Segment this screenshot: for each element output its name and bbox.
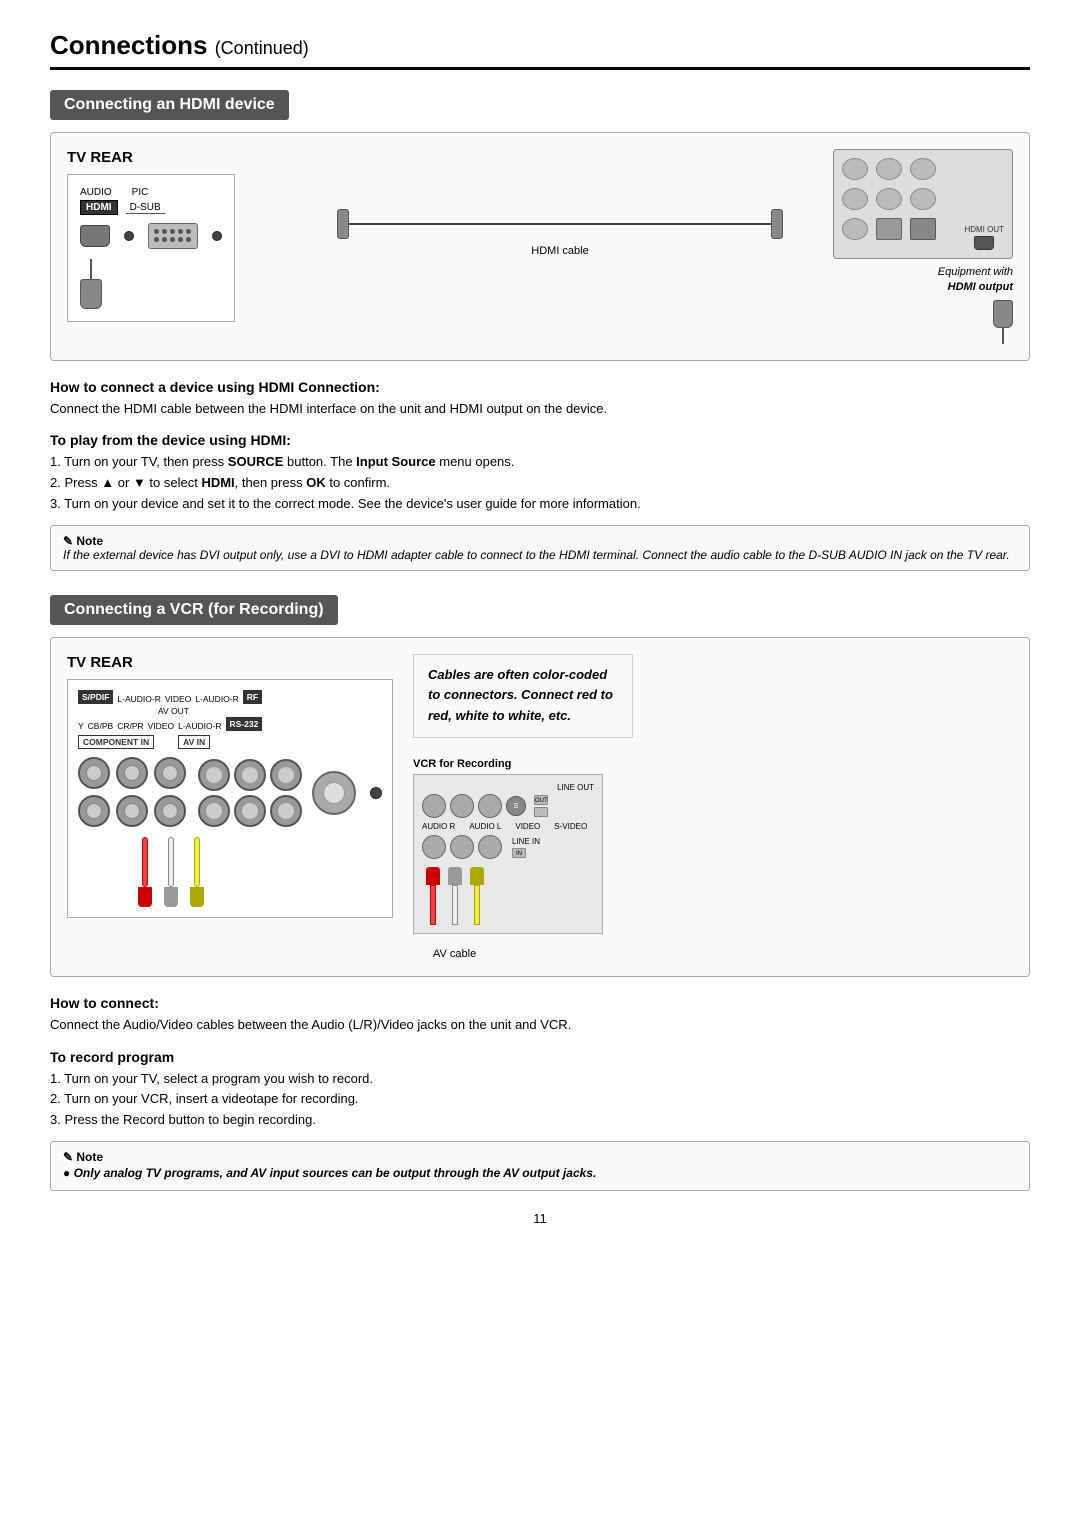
hdmi-step-2: 2. Press ▲ or ▼ to select HDMI, then pre… xyxy=(50,473,1030,494)
hdmi-section-header: Connecting an HDMI device xyxy=(50,90,289,120)
hdmi-label: HDMI xyxy=(80,200,118,215)
page-title: Connections (Continued) xyxy=(50,30,309,60)
page-number: 11 xyxy=(50,1211,1030,1226)
vcr-step-1: 1. Turn on your TV, select a program you… xyxy=(50,1069,1030,1090)
rs232-label: RS-232 xyxy=(226,717,263,731)
audio-r2-label: L-AUDIO-R xyxy=(195,694,238,704)
vcr-line-out-circles: S OUT xyxy=(422,794,594,818)
component-avin-labels: COMPONENT IN AV IN xyxy=(78,735,382,749)
vcr-label-row-bottom: Y CB/PB CR/PR VIDEO L-AUDIO-R RS-232 xyxy=(78,717,382,731)
av-cable-label: AV cable xyxy=(433,948,1013,960)
hdmi-note-text: If the external device has DVI output on… xyxy=(63,548,1010,562)
line-in-label: LINE IN IN xyxy=(512,837,540,858)
vcr-tv-rear-label: TV REAR xyxy=(67,654,393,671)
rs232-dot xyxy=(370,787,382,799)
tv-rear-label: TV REAR xyxy=(67,149,307,166)
rf-circle xyxy=(312,771,356,815)
title-text: Connections xyxy=(50,30,207,60)
equipment-hdmi-plug xyxy=(993,300,1013,344)
vcr-tv-rear-panel: TV REAR S/PDIF L-AUDIO-R VIDEO L-AUDIO-R… xyxy=(67,654,393,918)
vcr-recording-section: VCR for Recording LINE OUT S OUT xyxy=(413,758,1013,934)
cable-line xyxy=(337,209,783,239)
vcr-connect-text: Connect the Audio/Video cables between t… xyxy=(50,1015,1030,1035)
colored-cable-text: Cables are often color-coded to connecto… xyxy=(428,667,613,724)
audio-r3-label: L-AUDIO-R xyxy=(178,721,221,731)
vcr-step-2: 2. Turn on your VCR, insert a videotape … xyxy=(50,1089,1030,1110)
cb-label: CB/PB xyxy=(88,721,114,731)
vcr-note-text: ● Only analog TV programs, and AV input … xyxy=(63,1166,596,1180)
hdmi-note-box: ✎ Note If the external device has DVI ou… xyxy=(50,525,1030,571)
hdmi-connect-title: How to connect a device using HDMI Conne… xyxy=(50,379,1030,395)
hdmi-note-label: ✎ Note xyxy=(63,534,103,548)
connector-row xyxy=(80,223,222,249)
page-title-section: Connections (Continued) xyxy=(50,30,1030,70)
equipment-panel: HDMI OUT Equipment with HDMI output xyxy=(813,149,1013,344)
spdif-label: S/PDIF xyxy=(78,690,113,704)
vcr-record-steps: 1. Turn on your TV, select a program you… xyxy=(50,1069,1030,1131)
vcr-label-row-top: S/PDIF L-AUDIO-R VIDEO L-AUDIO-R RF xyxy=(78,690,382,704)
vcr-connectors-area xyxy=(78,757,382,829)
vcr-section-header: Connecting a VCR (for Recording) xyxy=(50,595,338,625)
audio-label: AUDIO xyxy=(80,187,112,198)
vcr-section: Connecting a VCR (for Recording) TV REAR… xyxy=(50,595,1030,1191)
hdmi-cable-area: HDMI cable xyxy=(337,149,783,257)
hdmi-connect-text: Connect the HDMI cable between the HDMI … xyxy=(50,399,1030,419)
vcr-diagram-box: TV REAR S/PDIF L-AUDIO-R VIDEO L-AUDIO-R… xyxy=(50,637,1030,977)
tv-rear-panel: TV REAR AUDIO PIC HDMI D-SUB xyxy=(67,149,307,322)
vcr-line-in-circles: LINE IN IN xyxy=(422,835,594,859)
rf-label: RF xyxy=(243,690,262,704)
av-out-label: AV OUT xyxy=(158,706,382,716)
hdmi-dsub-label-row: HDMI D-SUB xyxy=(80,200,222,215)
vcr-step-3: 3. Press the Record button to begin reco… xyxy=(50,1110,1030,1131)
colored-text-box: Cables are often color-coded to connecto… xyxy=(413,654,633,738)
vcr-note-box: ✎ Note ● Only analog TV programs, and AV… xyxy=(50,1141,1030,1191)
component-in-label: COMPONENT IN xyxy=(78,735,154,749)
vcr-note-label: ✎ Note xyxy=(63,1150,103,1164)
hdmi-output-label: HDMI output xyxy=(948,281,1013,293)
dot-connector xyxy=(124,231,134,241)
dsub-port xyxy=(148,223,198,249)
video2-label: VIDEO xyxy=(148,721,174,731)
vcr-recording-panel: LINE OUT S OUT xyxy=(413,774,603,934)
cr-label: CR/PR xyxy=(117,721,143,731)
hdmi-step-1: 1. Turn on your TV, then press SOURCE bu… xyxy=(50,452,1030,473)
avin-circles xyxy=(198,759,302,827)
hdmi-play-steps: 1. Turn on your TV, then press SOURCE bu… xyxy=(50,452,1030,514)
vcr-wires xyxy=(426,867,594,925)
vcr-port-labels: AUDIO R AUDIO L VIDEO S-VIDEO xyxy=(422,822,594,831)
hdmi-section: Connecting an HDMI device TV REAR AUDIO … xyxy=(50,90,1030,571)
hdmi-step-3: 3. Turn on your device and set it to the… xyxy=(50,494,1030,515)
dsub-label: D-SUB xyxy=(126,202,165,214)
dot-connector2 xyxy=(212,231,222,241)
audio-r-label: L-AUDIO-R xyxy=(117,694,160,704)
av-in-label: AV IN xyxy=(178,735,210,749)
hdmi-port xyxy=(80,225,110,247)
vcr-wires-down xyxy=(138,837,382,907)
cable-label: HDMI cable xyxy=(531,245,588,257)
y-label: Y xyxy=(78,721,84,731)
component-circles xyxy=(78,757,188,829)
hdmi-play-title: To play from the device using HDMI: xyxy=(50,432,1030,448)
vcr-connect-title: How to connect: xyxy=(50,995,1030,1011)
hdmi-plug-down xyxy=(80,259,222,309)
vcr-record-title: To record program xyxy=(50,1049,1030,1065)
equipment-box: HDMI OUT xyxy=(833,149,1013,259)
pic-label: PIC xyxy=(132,187,149,198)
vcr-recording-label: VCR for Recording xyxy=(413,758,1013,770)
hdmi-diagram-box: TV REAR AUDIO PIC HDMI D-SUB xyxy=(50,132,1030,361)
equipment-label: Equipment with HDMI output xyxy=(938,265,1013,296)
vcr-right-area: Cables are often color-coded to connecto… xyxy=(413,654,1013,960)
panel-labels-row: AUDIO PIC xyxy=(80,187,222,198)
line-out-label: LINE OUT xyxy=(422,783,594,792)
video-label-vcr: VIDEO xyxy=(165,694,191,704)
title-continued: (Continued) xyxy=(215,38,309,58)
